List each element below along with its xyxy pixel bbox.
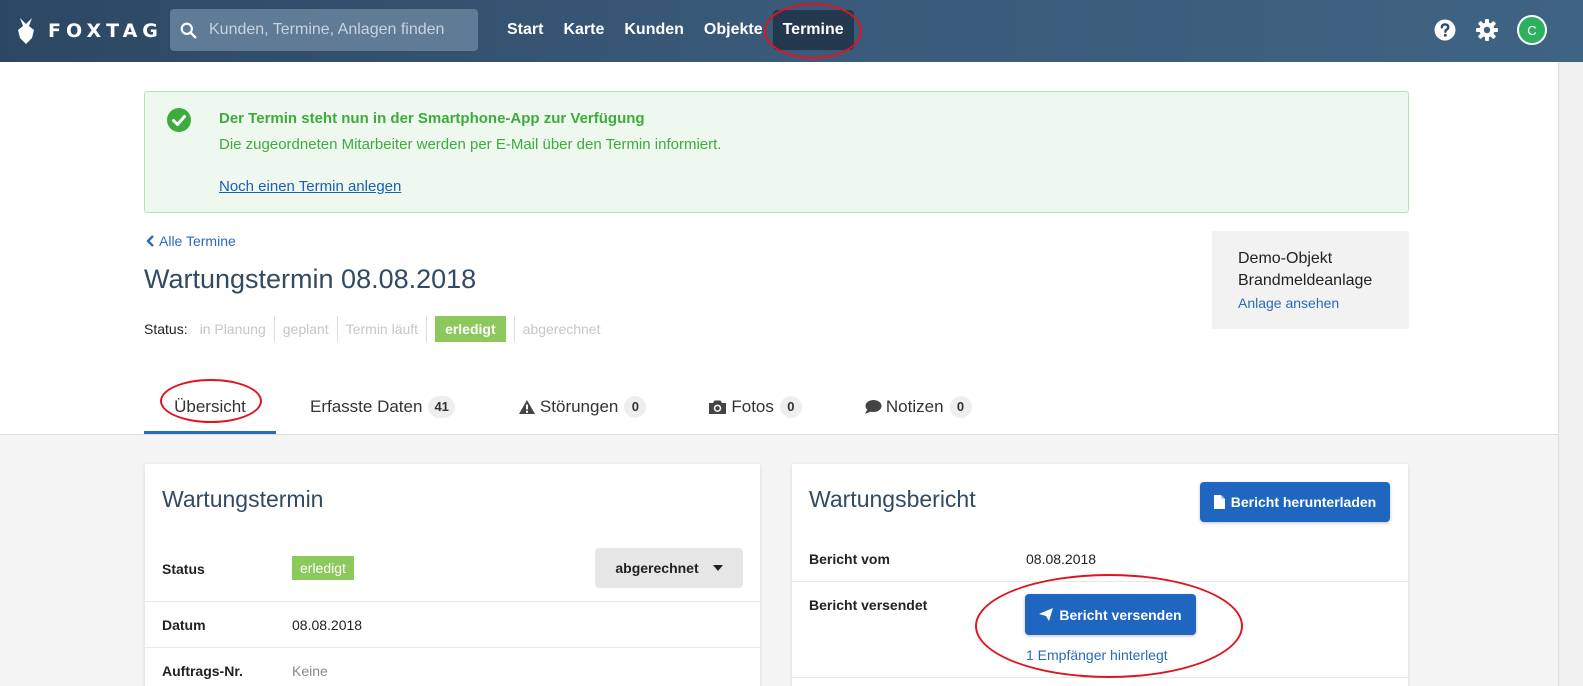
status-step-geplant[interactable]: geplant	[275, 316, 338, 342]
tab-fotos[interactable]: Fotos 0	[708, 380, 802, 434]
foxtag-logo[interactable]: FOXTAG	[14, 16, 163, 46]
page-title: Wartungstermin 08.08.2018	[144, 264, 477, 294]
comment-icon	[864, 400, 882, 414]
report-sent-label: Bericht versendet	[809, 597, 928, 613]
status-step-in-planung[interactable]: in Planung	[192, 316, 275, 342]
status-label: Status:	[144, 321, 188, 337]
status-step-termin-laeuft[interactable]: Termin läuft	[338, 316, 428, 342]
tab-fotos-count: 0	[779, 396, 802, 418]
report-card-title: Wartungsbericht	[809, 486, 976, 512]
row-divider	[792, 677, 1408, 678]
status-row-label: Status	[162, 561, 205, 577]
tab-notizen-count: 0	[949, 396, 972, 418]
tab-uebersicht-label: Übersicht	[174, 397, 246, 416]
object-type: Brandmeldeanlage	[1238, 272, 1373, 289]
object-name: Demo-Objekt	[1238, 250, 1333, 267]
search-icon	[180, 22, 197, 38]
nav-objekte[interactable]: Objekte	[694, 10, 773, 50]
check-circle-icon	[167, 108, 191, 132]
scrollbar[interactable]	[1558, 62, 1583, 686]
help-button[interactable]	[1433, 18, 1457, 42]
user-avatar[interactable]: C	[1517, 15, 1547, 45]
warning-icon	[518, 400, 535, 414]
status-step-erledigt[interactable]: erledigt	[435, 316, 506, 342]
order-number-label: Auftrags-Nr.	[162, 663, 243, 679]
tab-stoerungen-label: Störungen	[539, 397, 619, 416]
download-report-button[interactable]: Bericht herunterladen	[1200, 482, 1390, 522]
success-alert: Der Termin steht nun in der Smartphone-A…	[144, 91, 1409, 213]
tab-fotos-label: Fotos	[731, 397, 774, 416]
tab-erfasste-daten[interactable]: Erfasste Daten 41	[310, 380, 455, 434]
top-navigation-bar: FOXTAG Start Karte Kunden Objekte Termin…	[0, 0, 1583, 62]
tab-uebersicht[interactable]: Übersicht	[144, 380, 276, 434]
detail-tabs: Übersicht Erfasste Daten 41 Störungen 0 …	[144, 380, 972, 434]
question-circle-icon	[1434, 19, 1456, 41]
appointment-card-title: Wartungstermin	[162, 486, 324, 512]
caret-down-icon	[712, 565, 723, 571]
status-dropdown[interactable]: abgerechnet	[595, 548, 743, 588]
tab-notizen[interactable]: Notizen 0	[864, 380, 972, 434]
download-report-label: Bericht herunterladen	[1230, 494, 1377, 510]
row-divider	[792, 581, 1408, 582]
create-another-appointment-link[interactable]: Noch einen Termin anlegen	[219, 178, 401, 195]
send-report-button[interactable]: Bericht versenden	[1025, 594, 1196, 635]
status-steps: Status: in Planung geplant Termin läuft …	[144, 316, 608, 342]
status-badge: erledigt	[292, 556, 354, 580]
chevron-left-icon	[146, 235, 154, 247]
object-info-box: Demo-Objekt Brandmeldeanlage Anlage anse…	[1212, 231, 1409, 329]
tab-erfasste-daten-label: Erfasste Daten	[310, 397, 423, 416]
alert-title: Der Termin steht nun in der Smartphone-A…	[219, 110, 645, 127]
row-divider	[145, 647, 760, 648]
nav-kunden[interactable]: Kunden	[614, 10, 694, 50]
tab-stoerungen[interactable]: Störungen 0	[518, 380, 647, 434]
nav-start[interactable]: Start	[497, 10, 553, 50]
recipients-link[interactable]: 1 Empfänger hinterlegt	[1026, 647, 1168, 663]
camera-icon	[709, 400, 727, 414]
nav-karte[interactable]: Karte	[553, 10, 614, 50]
paper-plane-icon	[1039, 608, 1054, 621]
report-date-value: 08.08.2018	[1026, 551, 1097, 567]
report-date-label: Bericht vom	[809, 551, 890, 567]
settings-button[interactable]	[1475, 18, 1499, 42]
row-divider	[145, 601, 760, 602]
tab-notizen-label: Notizen	[885, 397, 944, 416]
nav-termine[interactable]: Termine	[772, 10, 854, 50]
date-value: 08.08.2018	[292, 617, 363, 633]
status-dropdown-label: abgerechnet	[615, 560, 699, 576]
back-link-label: Alle Termine	[159, 233, 236, 249]
tab-erfasste-daten-count: 41	[428, 396, 455, 418]
send-report-label: Bericht versenden	[1059, 606, 1182, 623]
appointment-card: Wartungstermin Status erledigt abgerechn…	[145, 464, 760, 686]
back-to-appointments-link[interactable]: Alle Termine	[145, 233, 236, 249]
tab-stoerungen-count: 0	[624, 396, 647, 418]
order-number-value: Keine	[292, 663, 328, 679]
main-nav: Start Karte Kunden Objekte Termine	[497, 10, 854, 50]
search-input[interactable]	[209, 21, 469, 39]
report-card: Wartungsbericht Bericht herunterladen Be…	[792, 464, 1408, 686]
date-row-label: Datum	[162, 617, 206, 633]
view-installation-link[interactable]: Anlage ansehen	[1238, 295, 1339, 311]
alert-text: Die zugeordneten Mitarbeiter werden per …	[219, 136, 722, 153]
fox-logo-icon	[18, 18, 34, 44]
status-step-erledigt-wrap: erledigt	[427, 316, 515, 342]
top-right-actions: C	[1433, 15, 1547, 45]
gear-icon	[1476, 19, 1498, 41]
status-step-abgerechnet[interactable]: abgerechnet	[515, 316, 609, 342]
brand-name: FOXTAG	[48, 20, 163, 42]
file-icon	[1213, 495, 1225, 509]
global-search[interactable]	[170, 9, 478, 51]
